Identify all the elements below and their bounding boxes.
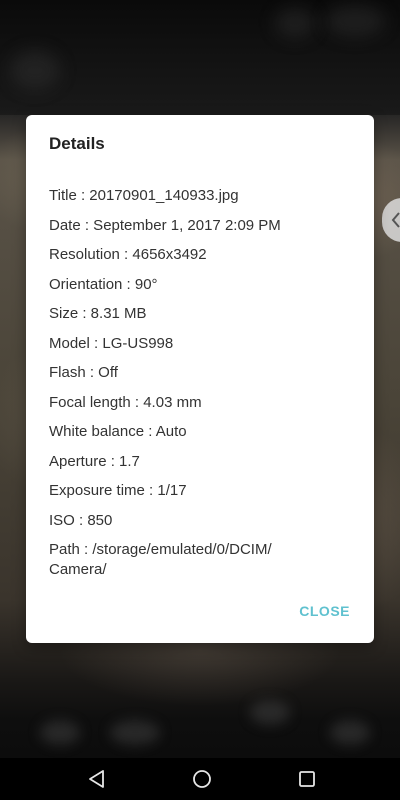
detail-resolution: Resolution : 4656x3492 bbox=[49, 246, 207, 263]
detail-size: Size : 8.31 MB bbox=[49, 305, 147, 322]
screen: Details Title : 20170901_140933.jpg Date… bbox=[0, 0, 400, 800]
details-list: Title : 20170901_140933.jpg Date : Septe… bbox=[49, 186, 354, 590]
chevron-left-icon bbox=[391, 212, 400, 228]
detail-iso: ISO : 850 bbox=[49, 511, 113, 529]
recents-square-icon[interactable] bbox=[294, 766, 320, 792]
details-dialog: Details Title : 20170901_140933.jpg Date… bbox=[26, 115, 374, 643]
detail-date: Date : September 1, 2017 2:09 PM bbox=[49, 216, 281, 234]
bottom-blurred-area bbox=[0, 680, 400, 760]
dialog-title: Details bbox=[49, 134, 105, 153]
detail-exposure-time: Exposure time : 1/17 bbox=[49, 482, 187, 499]
close-button[interactable]: CLOSE bbox=[295, 599, 354, 623]
detail-aperture: Aperture : 1.7 bbox=[49, 452, 140, 470]
detail-title: Title : 20170901_140933.jpg bbox=[49, 187, 239, 204]
detail-orientation: Orientation : 90° bbox=[49, 275, 158, 293]
detail-flash: Flash : Off bbox=[49, 364, 118, 381]
detail-white-balance: White balance : Auto bbox=[49, 423, 187, 440]
detail-model: Model : LG-US998 bbox=[49, 334, 174, 352]
back-triangle-icon[interactable] bbox=[84, 766, 110, 792]
detail-path: Path : /storage/emulated/0/DCIM/ Camera/ bbox=[49, 541, 272, 578]
navigation-bar bbox=[0, 758, 400, 800]
detail-focal-length: Focal length : 4.03 mm bbox=[49, 393, 202, 411]
home-circle-icon[interactable] bbox=[189, 766, 215, 792]
top-dark-area bbox=[0, 0, 400, 115]
